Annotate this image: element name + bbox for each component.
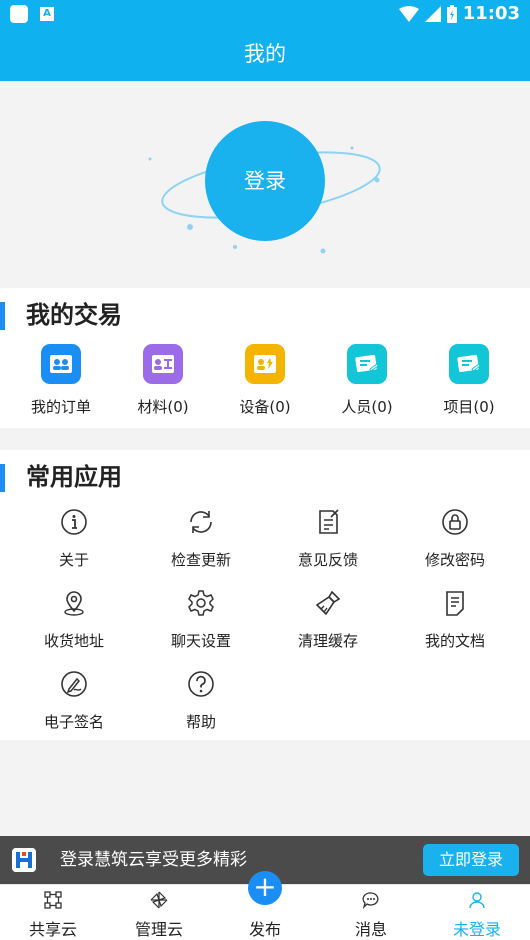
clock: 11:03 (462, 3, 520, 24)
page-title: 我的 (0, 28, 530, 81)
plus-icon: + (248, 871, 282, 905)
app-item-chat-settings[interactable]: 聊天设置 (146, 589, 256, 651)
a-badge-icon: A (40, 7, 54, 21)
feedback-icon (319, 509, 339, 534)
app-item-e-signature[interactable]: 电子签名 (19, 670, 129, 732)
app-label: 意见反馈 (297, 551, 358, 569)
app-item-address[interactable]: 收货地址 (19, 589, 129, 651)
bottom-nav: 共享云 管理云 + 发布 消息 未登录 (0, 871, 530, 940)
nav-manage-cloud[interactable]: 管理云 (106, 885, 212, 940)
trade-section: 我的交易 我的订单 材料(0) 设备(0) 人员(0) 项目(0) (0, 288, 530, 428)
app-item-check-update[interactable]: 检查更新 (146, 508, 256, 570)
login-button[interactable]: 登录 (205, 121, 325, 241)
equipment-icon (245, 344, 285, 384)
order-icon (41, 344, 81, 384)
nav-label: 共享云 (28, 920, 77, 939)
trade-item-equipment[interactable]: 设备(0) (215, 344, 315, 417)
nav-label: 发布 (248, 920, 281, 939)
app-label: 收货地址 (43, 632, 104, 650)
nav-label: 管理云 (134, 920, 183, 939)
trade-section-title: 我的交易 (0, 298, 122, 332)
user-icon (469, 892, 485, 909)
manage-cloud-icon (150, 891, 168, 909)
app-item-help[interactable]: 帮助 (146, 670, 256, 732)
trade-item-label: 人员(0) (341, 398, 393, 416)
app-label: 修改密码 (424, 551, 485, 569)
apps-section: 常用应用 关于 检查更新 意见反馈 修改密码 收货地址 聊天设置 清理缓存 我的… (0, 450, 530, 740)
trade-item-label: 项目(0) (443, 398, 495, 416)
app-item-clear-cache[interactable]: 清理缓存 (273, 589, 383, 651)
nav-share-cloud[interactable]: 共享云 (0, 885, 106, 940)
app-label: 电子签名 (43, 713, 104, 731)
profile-area: 登录 (0, 81, 530, 286)
signature-icon (61, 671, 87, 697)
banner-text: 登录慧筑云享受更多精彩 (60, 850, 247, 870)
app-notification-icon (10, 5, 28, 23)
trade-item-project[interactable]: 项目(0) (419, 344, 519, 417)
document-icon (446, 591, 464, 616)
app-label: 关于 (58, 551, 89, 569)
app-item-feedback[interactable]: 意见反馈 (273, 508, 383, 570)
app-label: 帮助 (185, 713, 216, 731)
nav-label: 未登录 (452, 920, 501, 939)
gear-icon (188, 590, 214, 616)
status-bar: A 11:03 (0, 0, 530, 28)
material-icon (143, 344, 183, 384)
screen: A 11:03 我的 登录 我的交易 我的订单 材料(0) 设备(0) 人员(0… (0, 0, 530, 940)
nav-not-logged-in[interactable]: 未登录 (424, 885, 530, 940)
wifi-icon (398, 5, 419, 22)
app-item-my-documents[interactable]: 我的文档 (400, 589, 510, 651)
trade-item-material[interactable]: 材料(0) (113, 344, 213, 417)
app-label: 检查更新 (170, 551, 231, 569)
trade-item-label: 材料(0) (137, 398, 189, 416)
trade-item-label: 我的订单 (30, 398, 91, 416)
nav-publish[interactable]: + 发布 (212, 871, 318, 940)
app-logo-icon (12, 848, 36, 872)
app-item-change-password[interactable]: 修改密码 (400, 508, 510, 570)
trade-item-label: 设备(0) (239, 398, 291, 416)
share-cloud-icon (44, 891, 62, 909)
lock-icon (442, 509, 468, 535)
trade-item-personnel[interactable]: 人员(0) (317, 344, 417, 417)
trade-item-order[interactable]: 我的订单 (11, 344, 111, 417)
refresh-icon (190, 511, 212, 533)
app-label: 清理缓存 (297, 632, 358, 650)
app-item-about[interactable]: 关于 (19, 508, 129, 570)
message-icon (362, 892, 379, 909)
help-icon (188, 671, 214, 697)
apps-section-title: 常用应用 (0, 460, 122, 494)
app-label: 我的文档 (424, 632, 485, 650)
nav-label: 消息 (354, 920, 387, 939)
nav-messages[interactable]: 消息 (318, 885, 424, 940)
app-label: 聊天设置 (170, 632, 231, 650)
battery-icon (446, 4, 457, 23)
login-now-button[interactable]: 立即登录 (423, 844, 519, 876)
personnel-icon (347, 344, 387, 384)
broom-icon (315, 590, 341, 616)
signal-icon (424, 5, 441, 22)
location-icon (64, 591, 84, 616)
info-icon (61, 509, 87, 535)
project-icon (449, 344, 489, 384)
